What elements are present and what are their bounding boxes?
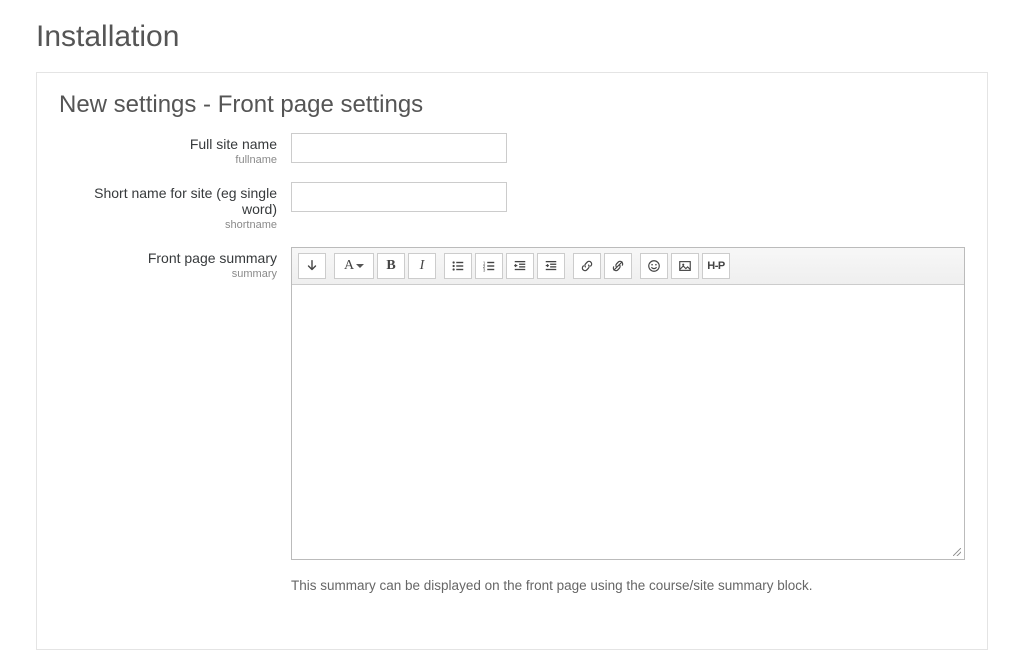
sublabel-summary: summary <box>59 268 277 280</box>
bold-button[interactable]: B <box>377 253 405 279</box>
bold-icon: B <box>386 258 395 274</box>
sublabel-fullname: fullname <box>59 154 277 166</box>
link-button[interactable] <box>573 253 601 279</box>
unlink-button[interactable] <box>604 253 632 279</box>
emoji-button[interactable] <box>640 253 668 279</box>
row-shortname: Short name for site (eg single word) sho… <box>59 182 965 231</box>
label-shortname: Short name for site (eg single word) <box>59 185 277 217</box>
image-button[interactable] <box>671 253 699 279</box>
svg-text:3: 3 <box>483 267 486 272</box>
h5p-button[interactable]: H-P <box>702 253 730 279</box>
h5p-icon: H-P <box>707 260 724 272</box>
outdent-button[interactable] <box>506 253 534 279</box>
label-col-shortname: Short name for site (eg single word) sho… <box>59 182 291 231</box>
label-fullname: Full site name <box>59 136 277 152</box>
sublabel-shortname: shortname <box>59 219 277 231</box>
unordered-list-button[interactable] <box>444 253 472 279</box>
bullet-list-icon <box>451 259 465 273</box>
label-col-summary: Front page summary summary <box>59 247 291 280</box>
smile-icon <box>647 259 661 273</box>
number-list-icon: 123 <box>482 259 496 273</box>
indent-button[interactable] <box>537 253 565 279</box>
label-summary: Front page summary <box>59 250 277 266</box>
unlink-icon <box>611 259 625 273</box>
ordered-list-button[interactable]: 123 <box>475 253 503 279</box>
page-title: Installation <box>36 20 988 54</box>
row-summary: Front page summary summary A <box>59 247 965 593</box>
image-icon <box>678 259 692 273</box>
fullname-input[interactable] <box>291 133 507 163</box>
italic-icon: I <box>420 258 425 274</box>
toolbar-expand-button[interactable] <box>298 253 326 279</box>
arrow-down-icon <box>305 259 319 273</box>
settings-card: New settings - Front page settings Full … <box>36 72 988 650</box>
resize-handle[interactable] <box>292 547 964 559</box>
italic-button[interactable]: I <box>408 253 436 279</box>
summary-help-text: This summary can be displayed on the fro… <box>291 578 965 593</box>
summary-editor: A B I <box>291 247 965 560</box>
indent-icon <box>544 259 558 273</box>
paragraph-a-icon: A <box>344 258 354 274</box>
row-fullname: Full site name fullname <box>59 133 965 166</box>
outdent-icon <box>513 259 527 273</box>
paragraph-style-button[interactable]: A <box>334 253 374 279</box>
section-title: New settings - Front page settings <box>59 91 965 119</box>
shortname-input[interactable] <box>291 182 507 212</box>
summary-textarea[interactable] <box>292 285 964 547</box>
link-icon <box>580 259 594 273</box>
label-col-fullname: Full site name fullname <box>59 133 291 166</box>
editor-toolbar: A B I <box>292 248 964 285</box>
chevron-down-icon <box>356 264 364 268</box>
